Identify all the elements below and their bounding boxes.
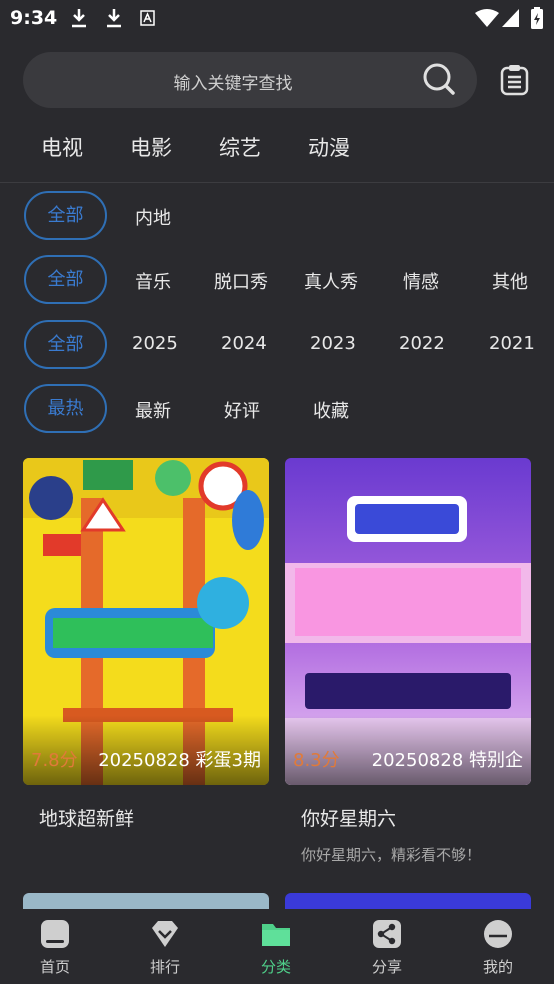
ranking-icon <box>152 921 178 947</box>
nav-home[interactable]: 首页 <box>0 909 110 984</box>
download-icon <box>107 9 121 28</box>
score-badge: 8.3分 <box>293 750 340 771</box>
card-title[interactable]: 你好星期六 <box>301 804 396 831</box>
nav-label: 首页 <box>39 958 70 976</box>
tab-tv[interactable]: 电视 <box>41 132 83 162</box>
filter-row-sort: 最热 最新 好评 收藏 <box>0 384 554 434</box>
nav-label: 分享 <box>371 958 402 976</box>
score-badge: 7.8分 <box>31 750 78 771</box>
genre-option[interactable]: 音乐 <box>135 268 171 294</box>
nav-profile[interactable]: 我的 <box>443 909 553 984</box>
year-option[interactable]: 2024 <box>221 333 267 354</box>
filter-row-region: 全部 内地 <box>0 191 554 241</box>
year-option[interactable]: 2025 <box>132 333 178 354</box>
card-subtitle: 你好星期六，精彩看不够！ <box>301 846 482 864</box>
filter-row-year: 全部 2025 2024 2023 2022 2021 <box>0 320 554 370</box>
nav-label: 我的 <box>482 958 513 976</box>
filter-row-genre: 全部 音乐 脱口秀 真人秀 情感 其他 <box>0 255 554 305</box>
genre-chip-selected[interactable]: 全部 <box>24 255 107 304</box>
nav-ranking[interactable]: 排行 <box>110 909 220 984</box>
nav-label: 排行 <box>149 958 180 976</box>
card-title[interactable]: 地球超新鲜 <box>39 804 134 831</box>
profile-icon <box>484 920 512 948</box>
download-icon <box>72 9 86 28</box>
year-option[interactable]: 2021 <box>489 333 535 354</box>
search-bar[interactable]: 输入关键字查找 <box>23 52 477 108</box>
year-option[interactable]: 2023 <box>310 333 356 354</box>
tab-variety[interactable]: 综艺 <box>219 132 261 162</box>
region-option[interactable]: 内地 <box>135 204 171 230</box>
tabs-divider <box>0 182 554 183</box>
search-icon[interactable] <box>422 62 456 96</box>
genre-option[interactable]: 其他 <box>492 268 528 294</box>
poster-image[interactable] <box>285 458 531 785</box>
year-chip-selected[interactable]: 全部 <box>24 320 107 369</box>
sort-option[interactable]: 最新 <box>135 397 171 423</box>
signal-icon <box>502 9 519 27</box>
status-bar: 9:34 <box>0 0 554 38</box>
clipboard-icon[interactable] <box>500 64 530 96</box>
sort-option[interactable]: 好评 <box>224 397 260 423</box>
battery-icon <box>531 7 543 29</box>
year-option[interactable]: 2022 <box>399 333 445 354</box>
region-chip-selected[interactable]: 全部 <box>24 191 107 240</box>
nav-label: 分类 <box>260 958 291 976</box>
font-icon <box>140 10 155 26</box>
nav-category[interactable]: 分类 <box>221 909 331 984</box>
tab-anime[interactable]: 动漫 <box>308 132 350 162</box>
share-icon <box>373 920 401 948</box>
episode-label: 20250828 特别企 <box>371 750 523 771</box>
sort-option[interactable]: 收藏 <box>313 397 349 423</box>
sort-chip-selected[interactable]: 最热 <box>24 384 107 433</box>
bottom-nav: 首页 排行 分类 分享 我的 <box>0 909 554 984</box>
nav-share[interactable]: 分享 <box>332 909 442 984</box>
tab-movie[interactable]: 电影 <box>130 132 172 162</box>
genre-option[interactable]: 情感 <box>403 268 439 294</box>
poster-image[interactable] <box>285 893 531 909</box>
status-time: 9:34 <box>10 7 58 29</box>
category-tabs: 电视 电影 综艺 动漫 <box>0 132 554 172</box>
poster-image[interactable] <box>23 893 269 909</box>
search-input[interactable]: 输入关键字查找 <box>23 69 443 94</box>
poster-image[interactable] <box>23 458 269 785</box>
home-icon <box>41 920 69 948</box>
episode-label: 20250828 彩蛋3期 <box>98 750 261 771</box>
wifi-icon <box>475 9 499 27</box>
genre-option[interactable]: 真人秀 <box>304 268 358 294</box>
folder-icon <box>262 924 290 946</box>
genre-option[interactable]: 脱口秀 <box>214 268 268 294</box>
